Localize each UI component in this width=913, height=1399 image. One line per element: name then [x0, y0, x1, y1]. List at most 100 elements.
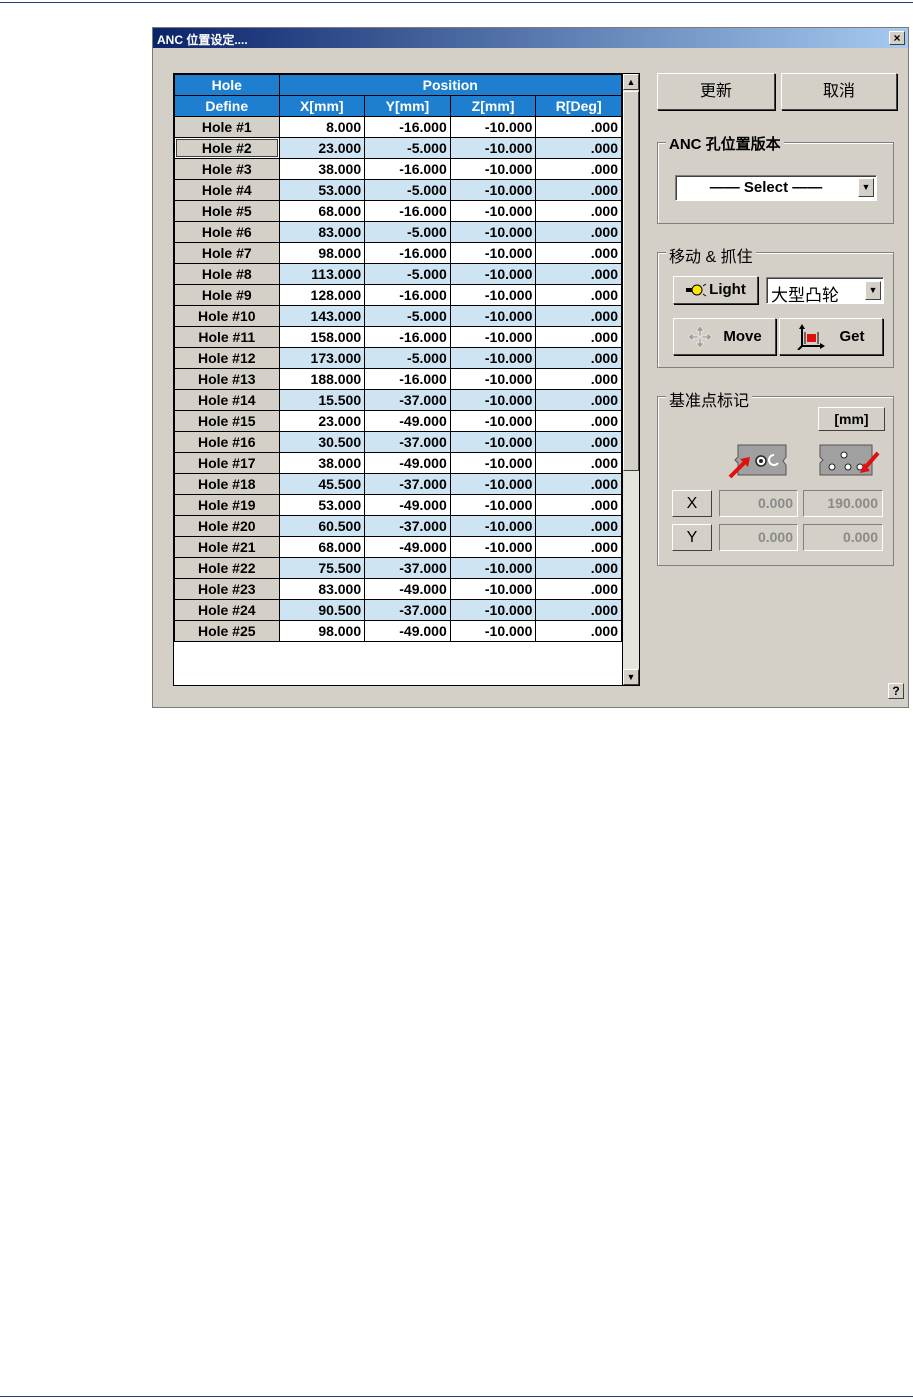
- grid-cell[interactable]: -16.000: [364, 326, 451, 348]
- grid-cell[interactable]: 98.000: [278, 242, 366, 264]
- table-row[interactable]: Hole #10 143.000 -5.000 -10.000.000: [174, 305, 622, 327]
- grid-cell[interactable]: -10.000: [449, 263, 537, 285]
- table-row[interactable]: Hole #25 98.000 -49.000 -10.000.000: [174, 620, 622, 642]
- grid-cell[interactable]: 188.000: [278, 368, 366, 390]
- cancel-button[interactable]: 取消: [781, 73, 897, 110]
- light-button[interactable]: Light: [673, 276, 758, 304]
- table-row[interactable]: Hole #23 83.000 -49.000 -10.000.000: [174, 578, 622, 600]
- grid-cell[interactable]: .000: [535, 347, 622, 369]
- help-icon[interactable]: ?: [888, 683, 904, 699]
- grid-cell[interactable]: -10.000: [449, 326, 537, 348]
- grid-cell[interactable]: -10.000: [449, 137, 537, 159]
- table-row[interactable]: Hole #3 38.000 -16.000 -10.000.000: [174, 158, 622, 180]
- grid-cell[interactable]: -10.000: [449, 578, 537, 600]
- row-header[interactable]: Hole #9: [174, 284, 280, 306]
- row-header[interactable]: Hole #19: [174, 494, 280, 516]
- row-header[interactable]: Hole #13: [174, 368, 280, 390]
- grid-cell[interactable]: 173.000: [278, 347, 366, 369]
- grid-cell[interactable]: 113.000: [278, 263, 366, 285]
- grid-cell[interactable]: 90.500: [278, 599, 366, 621]
- column-header[interactable]: Y[mm]: [364, 95, 451, 117]
- table-row[interactable]: Hole #19 53.000 -49.000 -10.000.000: [174, 494, 622, 516]
- grid-cell[interactable]: 60.500: [278, 515, 366, 537]
- grid-cell[interactable]: -16.000: [364, 242, 451, 264]
- chevron-down-icon[interactable]: ▼: [858, 178, 874, 197]
- grid-cell[interactable]: .000: [535, 452, 622, 474]
- grid-cell[interactable]: -16.000: [364, 158, 451, 180]
- row-header[interactable]: Hole #16: [174, 431, 280, 453]
- grid-cell[interactable]: .000: [535, 263, 622, 285]
- row-header[interactable]: Hole #11: [174, 326, 280, 348]
- grid-cell[interactable]: -37.000: [364, 389, 451, 411]
- row-header[interactable]: Hole #23: [174, 578, 280, 600]
- grid-cell[interactable]: -10.000: [449, 473, 537, 495]
- column-header[interactable]: Z[mm]: [449, 95, 537, 117]
- table-row[interactable]: Hole #12 173.000 -5.000 -10.000.000: [174, 347, 622, 369]
- grid-cell[interactable]: -16.000: [364, 284, 451, 306]
- row-header[interactable]: Hole #12: [174, 347, 280, 369]
- grid-cell[interactable]: -10.000: [449, 410, 537, 432]
- row-header[interactable]: Hole #20: [174, 515, 280, 537]
- column-header[interactable]: Define: [174, 95, 280, 117]
- scroll-thumb[interactable]: [623, 91, 639, 471]
- row-header[interactable]: Hole #21: [174, 536, 280, 558]
- grid-cell[interactable]: .000: [535, 431, 622, 453]
- scroll-up-icon[interactable]: ▲: [623, 74, 639, 90]
- grid-cell[interactable]: -5.000: [364, 305, 451, 327]
- grid-cell[interactable]: 38.000: [278, 158, 366, 180]
- table-row[interactable]: Hole #17 38.000 -49.000 -10.000.000: [174, 452, 622, 474]
- grid-cell[interactable]: .000: [535, 221, 622, 243]
- chevron-down-icon[interactable]: ▼: [865, 281, 881, 300]
- row-header[interactable]: Hole #5: [174, 200, 280, 222]
- grid-cell[interactable]: .000: [535, 473, 622, 495]
- version-select[interactable]: —— Select —— ▼: [675, 175, 877, 201]
- grid-cell[interactable]: 23.000: [278, 410, 366, 432]
- grid-cell[interactable]: -49.000: [364, 452, 451, 474]
- x-axis-button[interactable]: X: [672, 490, 712, 517]
- grid-cell[interactable]: 53.000: [278, 494, 366, 516]
- grid-cell[interactable]: .000: [535, 179, 622, 201]
- grid-cell[interactable]: .000: [535, 599, 622, 621]
- grid-cell[interactable]: .000: [535, 284, 622, 306]
- table-row[interactable]: Hole #1 8.000 -16.000 -10.000.000: [174, 116, 622, 138]
- grid-cell[interactable]: -49.000: [364, 536, 451, 558]
- grid-cell[interactable]: -10.000: [449, 200, 537, 222]
- grid-cell[interactable]: -10.000: [449, 599, 537, 621]
- grid-cell[interactable]: .000: [535, 620, 622, 642]
- table-row[interactable]: Hole #9 128.000 -16.000 -10.000.000: [174, 284, 622, 306]
- grid-cell[interactable]: .000: [535, 137, 622, 159]
- table-row[interactable]: Hole #15 23.000 -49.000 -10.000.000: [174, 410, 622, 432]
- grid-cell[interactable]: 75.500: [278, 557, 366, 579]
- table-row[interactable]: Hole #13 188.000 -16.000 -10.000.000: [174, 368, 622, 390]
- table-row[interactable]: Hole #2 23.000 -5.000 -10.000.000: [174, 137, 622, 159]
- grid-cell[interactable]: -16.000: [364, 116, 451, 138]
- grid-cell[interactable]: .000: [535, 536, 622, 558]
- row-header[interactable]: Hole #18: [174, 473, 280, 495]
- row-header[interactable]: Hole #17: [174, 452, 280, 474]
- grid-cell[interactable]: -10.000: [449, 284, 537, 306]
- table-row[interactable]: Hole #6 83.000 -5.000 -10.000.000: [174, 221, 622, 243]
- grid-cell[interactable]: -49.000: [364, 410, 451, 432]
- grid-cell[interactable]: 38.000: [278, 452, 366, 474]
- cam-select[interactable]: 大型凸轮 ▼: [766, 277, 884, 305]
- row-header[interactable]: Hole #3: [174, 158, 280, 180]
- grid-cell[interactable]: 83.000: [278, 221, 366, 243]
- grid-cell[interactable]: -37.000: [364, 431, 451, 453]
- table-row[interactable]: Hole #21 68.000 -49.000 -10.000.000: [174, 536, 622, 558]
- grid-cell[interactable]: .000: [535, 515, 622, 537]
- row-header[interactable]: Hole #24: [174, 599, 280, 621]
- grid-cell[interactable]: .000: [535, 116, 622, 138]
- grid-cell[interactable]: -10.000: [449, 557, 537, 579]
- grid-cell[interactable]: .000: [535, 368, 622, 390]
- grid-cell[interactable]: 53.000: [278, 179, 366, 201]
- grid-cell[interactable]: -37.000: [364, 515, 451, 537]
- grid-cell[interactable]: 45.500: [278, 473, 366, 495]
- table-row[interactable]: Hole #7 98.000 -16.000 -10.000.000: [174, 242, 622, 264]
- scroll-down-icon[interactable]: ▼: [623, 669, 639, 685]
- grid-scrollbar[interactable]: ▲ ▼: [623, 73, 640, 686]
- grid-cell[interactable]: -10.000: [449, 116, 537, 138]
- row-header[interactable]: Hole #7: [174, 242, 280, 264]
- get-button[interactable]: Get: [779, 318, 883, 355]
- update-button[interactable]: 更新: [657, 73, 775, 110]
- row-header[interactable]: Hole #10: [174, 305, 280, 327]
